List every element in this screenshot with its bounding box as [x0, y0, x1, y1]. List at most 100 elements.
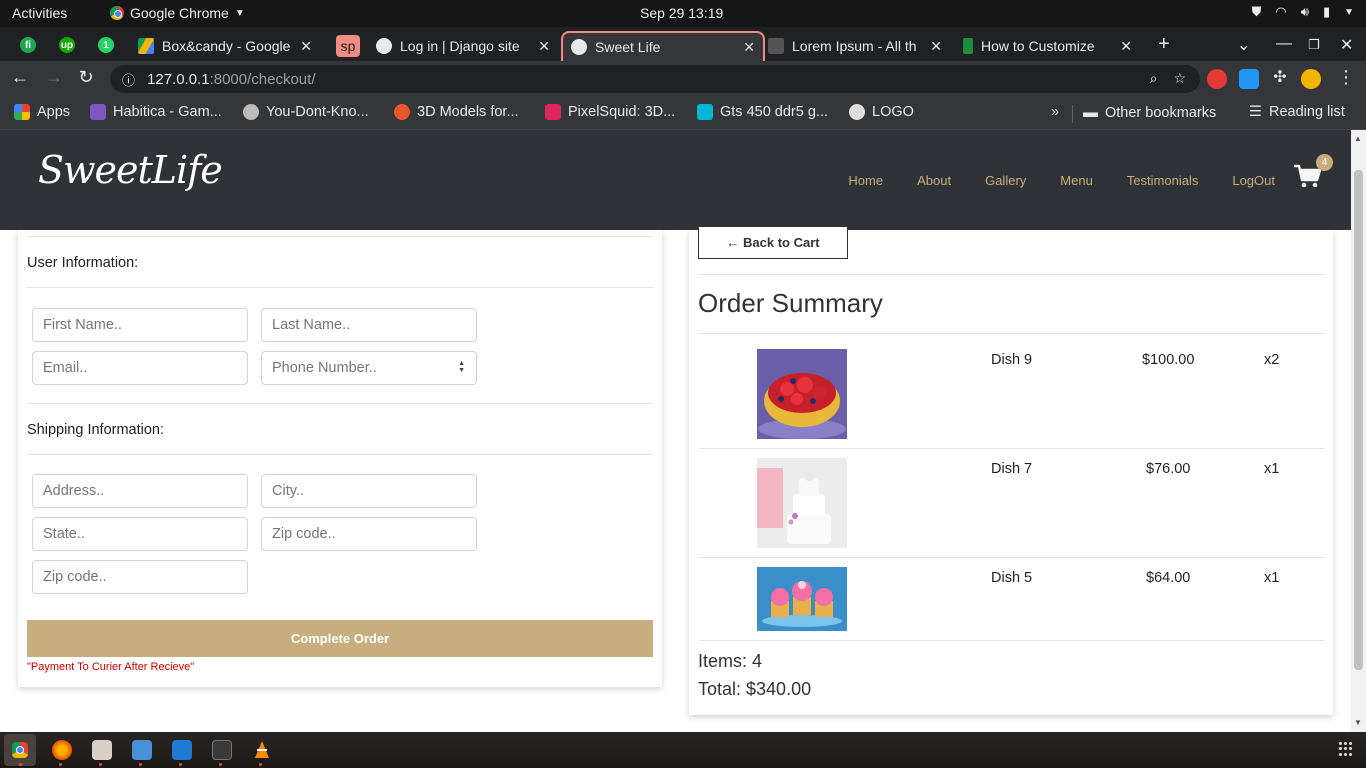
running-indicator: [59, 763, 62, 766]
close-icon[interactable]: ✕: [538, 38, 550, 55]
address-bar[interactable]: ⓘ 127.0.0.1:8000/checkout/ ⌕ ☆: [110, 65, 1200, 93]
bookmark-github[interactable]: You-Dont-Kno...: [243, 104, 369, 120]
back-arrow-icon[interactable]: ←: [8, 67, 32, 88]
scrollbar-thumb[interactable]: [1354, 170, 1363, 670]
bookmark-habitica[interactable]: Habitica - Gam...: [90, 104, 222, 120]
close-window-icon[interactable]: ✕: [1340, 35, 1353, 55]
lorem-icon: [768, 38, 784, 54]
terminal-icon[interactable]: [212, 740, 232, 760]
close-icon[interactable]: ✕: [300, 38, 312, 55]
menu-dots-icon[interactable]: ⋮: [1334, 67, 1358, 88]
page-viewport: SweetLife Home About Gallery Menu Testim…: [0, 130, 1351, 732]
info-icon[interactable]: ⓘ: [122, 70, 135, 89]
page-scrollbar[interactable]: ▲ ▼: [1351, 130, 1366, 732]
close-icon[interactable]: ✕: [743, 39, 755, 56]
complete-order-button[interactable]: Complete Order: [27, 620, 653, 657]
bookmark-other[interactable]: ▬ Other bookmarks: [1083, 104, 1216, 121]
avatar[interactable]: [1301, 69, 1321, 89]
last-name-input[interactable]: [261, 308, 477, 342]
extension-icon[interactable]: [1239, 69, 1259, 89]
adblock-icon[interactable]: [1207, 69, 1227, 89]
shield-icon: ⛊: [1251, 4, 1262, 19]
tab-lorem-ipsum[interactable]: Lorem Ipsum - All th ✕: [760, 31, 950, 61]
city-input[interactable]: [261, 474, 477, 508]
divider: [698, 274, 1324, 275]
back-to-cart-button[interactable]: ← Back to Cart: [698, 226, 848, 259]
zip-input[interactable]: [261, 517, 477, 551]
bookmark-label: Reading list: [1269, 104, 1345, 120]
bookmark-label: You-Dont-Kno...: [266, 104, 369, 120]
folder-icon: ▬: [1083, 104, 1098, 121]
activities-button[interactable]: Activities: [12, 5, 67, 21]
address-input[interactable]: [32, 474, 248, 508]
bookmark-label: Other bookmarks: [1105, 104, 1217, 121]
restore-icon[interactable]: ❐: [1308, 37, 1320, 53]
running-indicator: [19, 763, 22, 766]
github-icon: [243, 104, 259, 120]
new-tab-plus-icon[interactable]: +: [1158, 33, 1170, 56]
bookmarks-overflow-chevron[interactable]: »: [1051, 104, 1059, 120]
email-input[interactable]: [32, 351, 248, 385]
nav-logout[interactable]: LogOut: [1232, 173, 1275, 188]
close-icon[interactable]: ✕: [1120, 38, 1132, 55]
sp-label: sp: [340, 38, 356, 54]
puzzle-icon[interactable]: ✣: [1268, 67, 1292, 87]
screenshot-icon[interactable]: [132, 740, 152, 760]
caret-down-icon: ▼: [234, 7, 245, 19]
firefox-icon[interactable]: [52, 740, 72, 760]
nav-home[interactable]: Home: [848, 173, 883, 188]
pinned-tab-fiverr[interactable]: fi: [18, 35, 38, 55]
nav-menu[interactable]: Menu: [1060, 173, 1093, 188]
system-tray[interactable]: ⛊ ◠ 🔊︎ ▮ ▼: [1252, 4, 1354, 20]
tab-title: Sweet Life: [595, 39, 661, 55]
first-name-input[interactable]: [32, 308, 248, 342]
chrome-icon[interactable]: [12, 742, 28, 758]
bookmark-label: 3D Models for...: [417, 104, 519, 120]
scroll-up-icon[interactable]: ▲: [1354, 134, 1362, 143]
zoom-icon[interactable]: ⌕: [1150, 70, 1158, 87]
bookmark-apps[interactable]: Apps: [14, 104, 70, 120]
minimize-icon[interactable]: —: [1276, 35, 1292, 53]
nav-about[interactable]: About: [917, 173, 951, 188]
tab-sweet-life[interactable]: Sweet Life ✕: [561, 31, 765, 61]
reload-icon[interactable]: ↻: [74, 67, 98, 88]
vlc-icon[interactable]: [252, 740, 272, 760]
close-icon[interactable]: ✕: [930, 38, 942, 55]
pinned-tab-upwork[interactable]: up: [57, 35, 77, 55]
bookmark-label: LOGO: [872, 104, 914, 120]
reading-list-icon: ☰: [1249, 104, 1262, 120]
pinned-tab-sp[interactable]: sp: [336, 35, 360, 57]
url-path: :8000/checkout/: [209, 70, 316, 88]
bookmark-pixelsquid[interactable]: PixelSquid: 3D...: [545, 104, 675, 120]
number-spinner-icon[interactable]: ▲ ▼: [458, 360, 465, 374]
nav-gallery[interactable]: Gallery: [985, 173, 1026, 188]
phone-input[interactable]: [261, 351, 477, 385]
forward-arrow-icon[interactable]: →: [42, 67, 66, 88]
state-input[interactable]: [32, 517, 248, 551]
show-apps-grid-icon[interactable]: [1339, 742, 1353, 756]
running-indicator: [259, 763, 262, 766]
site-logo[interactable]: SweetLife: [38, 148, 223, 192]
bookmark-label: Apps: [37, 104, 71, 120]
tab-how-to-customize[interactable]: How to Customize ✕: [955, 31, 1140, 61]
reading-list[interactable]: ☰ Reading list: [1249, 104, 1345, 120]
bookmark-logo[interactable]: LOGO: [849, 104, 914, 120]
tab-box-candy[interactable]: Box&candy - Google ✕: [130, 31, 320, 61]
zip-input-2[interactable]: [32, 560, 248, 594]
user-info-heading: User Information:: [27, 255, 139, 271]
divider: [698, 640, 1324, 641]
pinned-tab-whatsapp[interactable]: 1: [96, 35, 116, 55]
item-name: Dish 9: [991, 352, 1033, 368]
tab-django-login[interactable]: Log in | Django site ✕: [368, 31, 558, 61]
cart-count-badge: 4: [1316, 154, 1333, 171]
tab-search-icon[interactable]: ⌄: [1237, 35, 1250, 55]
bookmark-gts450[interactable]: Gts 450 ddr5 g...: [697, 104, 828, 120]
files-icon[interactable]: [92, 740, 112, 760]
clock[interactable]: Sep 29 13:19: [640, 5, 723, 21]
vscode-icon[interactable]: [172, 740, 192, 760]
scroll-down-icon[interactable]: ▼: [1354, 718, 1362, 727]
bookmark-3d-models[interactable]: 3D Models for...: [394, 104, 519, 120]
nav-testimonials[interactable]: Testimonials: [1127, 173, 1199, 188]
star-icon[interactable]: ☆: [1173, 70, 1186, 87]
app-menu[interactable]: Google Chrome ▼: [110, 5, 245, 21]
